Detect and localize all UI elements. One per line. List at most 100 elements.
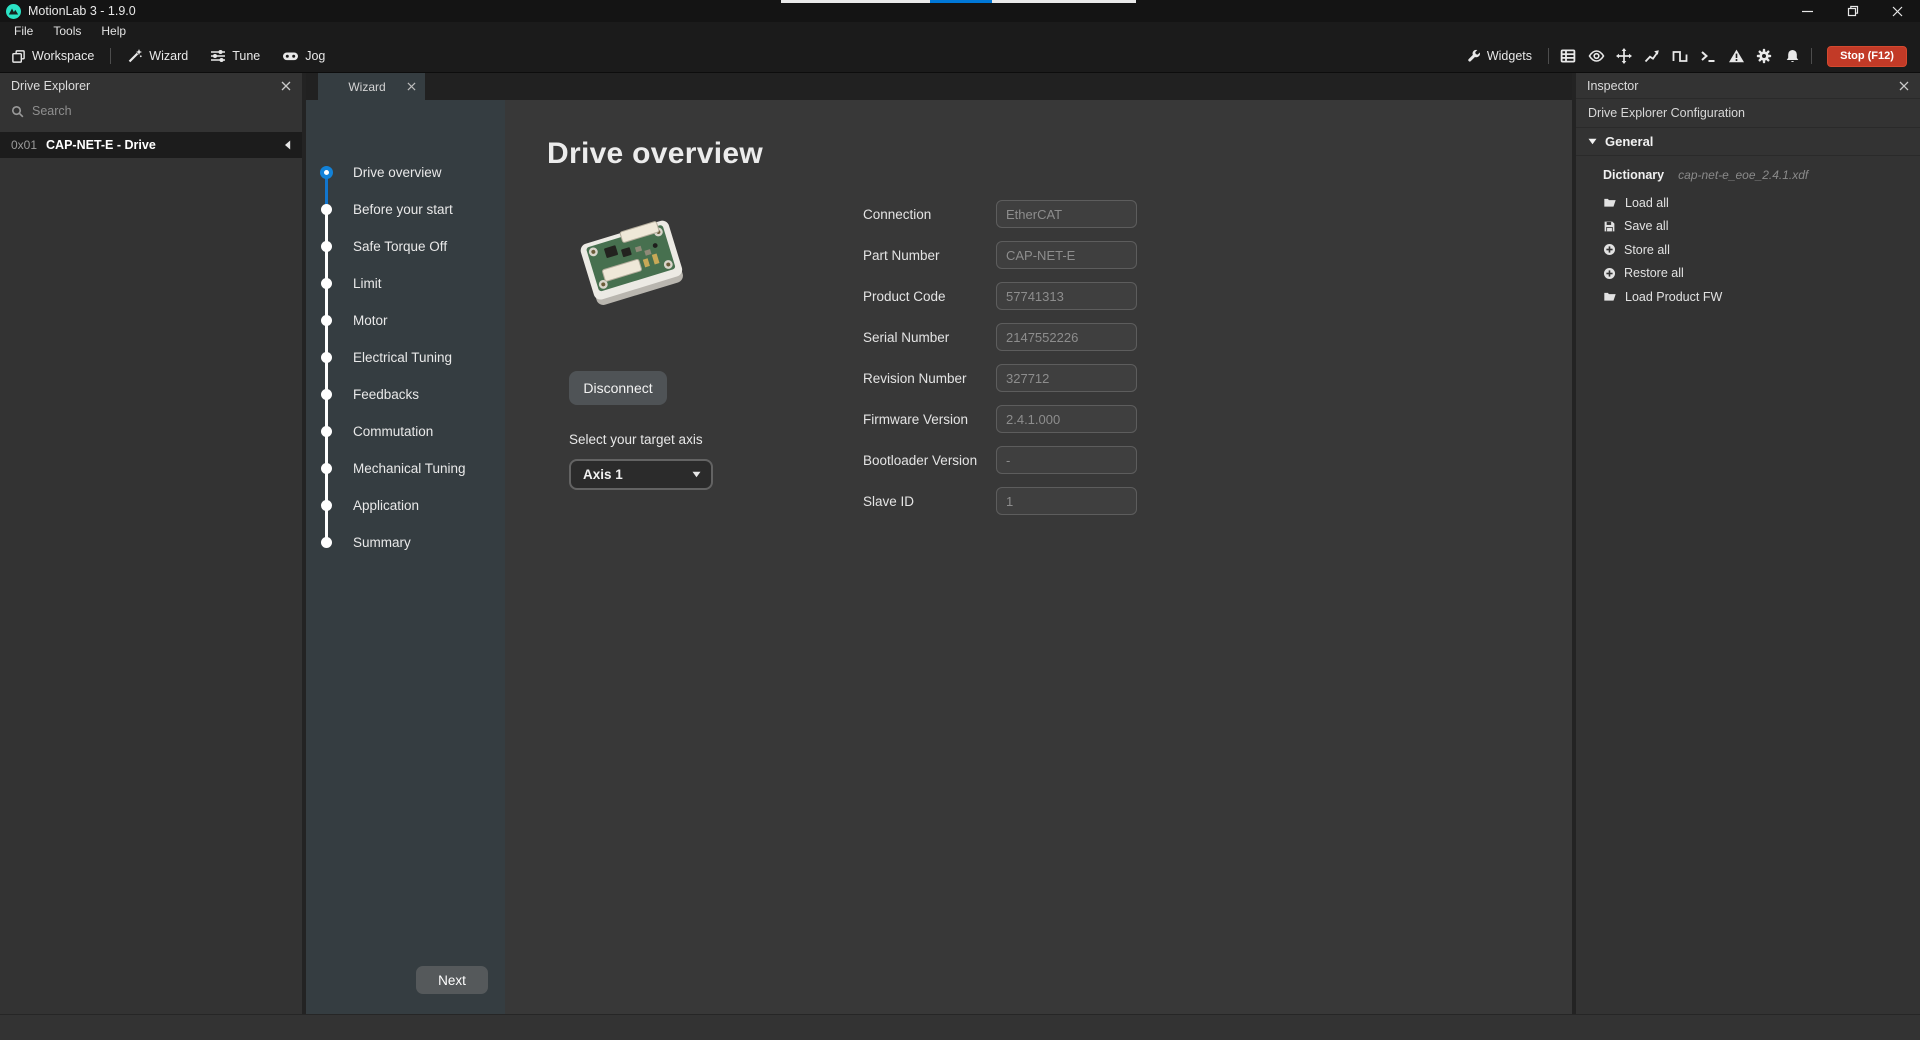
step-dot-icon xyxy=(321,500,332,511)
field-firmware-version xyxy=(996,405,1137,433)
bell-icon[interactable] xyxy=(1778,40,1806,72)
table-icon[interactable] xyxy=(1554,40,1582,72)
device-name: CAP-NET-E - Drive xyxy=(46,138,156,152)
load-product-fw-action[interactable]: Load Product FW xyxy=(1603,285,1920,309)
wizard-wand-icon xyxy=(127,48,143,64)
step-limit[interactable]: Limit xyxy=(306,265,505,302)
field-label-revision-number: Revision Number xyxy=(863,371,996,386)
collapse-left-icon[interactable] xyxy=(284,140,291,150)
menu-file[interactable]: File xyxy=(4,22,43,40)
search-icon xyxy=(11,105,24,118)
toolbar-separator xyxy=(110,48,111,64)
workspace-button[interactable]: Workspace xyxy=(0,40,105,72)
save-all-action[interactable]: Save all xyxy=(1603,215,1920,239)
drive-explorer-close-icon[interactable] xyxy=(281,81,291,91)
field-slave-id xyxy=(996,487,1137,515)
step-mechanical-tuning[interactable]: Mechanical Tuning xyxy=(306,450,505,487)
step-dot-icon xyxy=(321,352,332,363)
top-progress-strip-value xyxy=(930,0,992,3)
jog-gamepad-icon xyxy=(282,48,299,64)
plus-circle-icon xyxy=(1603,267,1616,280)
step-dot-icon xyxy=(321,537,332,548)
inspector-panel: Inspector Drive Explorer Configuration G… xyxy=(1576,73,1920,1014)
save-icon xyxy=(1603,220,1616,233)
step-safe-torque-off[interactable]: Safe Torque Off xyxy=(306,228,505,265)
move-icon[interactable] xyxy=(1610,40,1638,72)
step-motor[interactable]: Motor xyxy=(306,302,505,339)
step-dot-icon xyxy=(321,278,332,289)
axis-select[interactable]: Axis 1 xyxy=(569,459,713,490)
drive-product-image xyxy=(571,203,693,321)
step-drive-overview[interactable]: Drive overview xyxy=(306,154,505,191)
restore-all-action[interactable]: Restore all xyxy=(1603,262,1920,286)
step-dot-icon xyxy=(321,426,332,437)
step-before-your-start[interactable]: Before your start xyxy=(306,191,505,228)
close-window-button[interactable] xyxy=(1875,0,1920,22)
field-label-bootloader-version: Bootloader Version xyxy=(863,453,996,468)
inspector-subtitle: Drive Explorer Configuration xyxy=(1576,99,1920,128)
tune-sliders-icon xyxy=(210,48,226,64)
minimize-button[interactable] xyxy=(1785,0,1830,22)
inspector-close-icon[interactable] xyxy=(1899,81,1909,91)
section-general[interactable]: General xyxy=(1576,128,1920,156)
jog-button[interactable]: Jog xyxy=(271,40,336,72)
bottom-bar xyxy=(0,1014,1920,1040)
field-revision-number xyxy=(996,364,1137,392)
axis-select-label: Select your target axis xyxy=(569,432,839,447)
step-commutation[interactable]: Commutation xyxy=(306,413,505,450)
wrench-icon xyxy=(1467,49,1481,63)
widgets-button[interactable]: Widgets xyxy=(1456,40,1543,72)
stop-button[interactable]: Stop (F12) xyxy=(1827,46,1907,67)
tab-close-icon[interactable] xyxy=(407,82,416,91)
drive-info-form: Connection Part Number Product Code Seri… xyxy=(863,199,1137,528)
step-dot-icon xyxy=(321,389,332,400)
step-feedbacks[interactable]: Feedbacks xyxy=(306,376,505,413)
step-response-icon[interactable] xyxy=(1666,40,1694,72)
tab-bar: Wizard xyxy=(306,73,1572,100)
restore-button[interactable] xyxy=(1830,0,1875,22)
chart-icon[interactable] xyxy=(1638,40,1666,72)
tune-button[interactable]: Tune xyxy=(199,40,271,72)
terminal-icon[interactable] xyxy=(1694,40,1722,72)
step-dot-icon xyxy=(321,241,332,252)
menu-help[interactable]: Help xyxy=(91,22,136,40)
eye-icon[interactable] xyxy=(1582,40,1610,72)
load-all-action[interactable]: Load all xyxy=(1603,191,1920,215)
wizard-button[interactable]: Wizard xyxy=(116,40,199,72)
toolbar-separator xyxy=(1811,48,1812,64)
device-row-cap-net-e[interactable]: 0x01 CAP-NET-E - Drive xyxy=(0,132,302,158)
field-label-slave-id: Slave ID xyxy=(863,494,996,509)
gear-icon[interactable] xyxy=(1750,40,1778,72)
disconnect-button[interactable]: Disconnect xyxy=(569,371,667,405)
folder-open-icon xyxy=(1603,290,1617,303)
store-all-action[interactable]: Store all xyxy=(1603,238,1920,262)
tab-wizard[interactable]: Wizard xyxy=(318,73,425,100)
field-label-product-code: Product Code xyxy=(863,289,996,304)
step-electrical-tuning[interactable]: Electrical Tuning xyxy=(306,339,505,376)
axis-select-value: Axis 1 xyxy=(583,467,623,482)
drive-explorer-title: Drive Explorer xyxy=(11,79,90,93)
step-summary[interactable]: Summary xyxy=(306,524,505,561)
chevron-down-icon xyxy=(692,471,701,478)
warning-icon[interactable] xyxy=(1722,40,1750,72)
menu-tools[interactable]: Tools xyxy=(43,22,91,40)
field-connection xyxy=(996,200,1137,228)
folder-open-icon xyxy=(1603,196,1617,209)
field-part-number xyxy=(996,241,1137,269)
field-label-firmware-version: Firmware Version xyxy=(863,412,996,427)
workspace-icon xyxy=(11,49,26,64)
next-button[interactable]: Next xyxy=(416,966,488,994)
device-address: 0x01 xyxy=(11,138,37,152)
title-bar: MotionLab 3 - 1.9.0 xyxy=(0,0,1920,22)
search-input[interactable] xyxy=(32,104,252,118)
field-bootloader-version xyxy=(996,446,1137,474)
inspector-title: Inspector xyxy=(1587,79,1638,93)
step-application[interactable]: Application xyxy=(306,487,505,524)
dictionary-value[interactable]: cap-net-e_eoe_2.4.1.xdf xyxy=(1678,168,1808,182)
field-label-connection: Connection xyxy=(863,207,996,222)
field-serial-number xyxy=(996,323,1137,351)
menu-bar: File Tools Help xyxy=(0,22,1920,40)
toolbar: Workspace Wizard Tune Jog Widgets xyxy=(0,40,1920,73)
top-progress-strip xyxy=(781,0,1136,3)
step-dot-icon xyxy=(321,204,332,215)
